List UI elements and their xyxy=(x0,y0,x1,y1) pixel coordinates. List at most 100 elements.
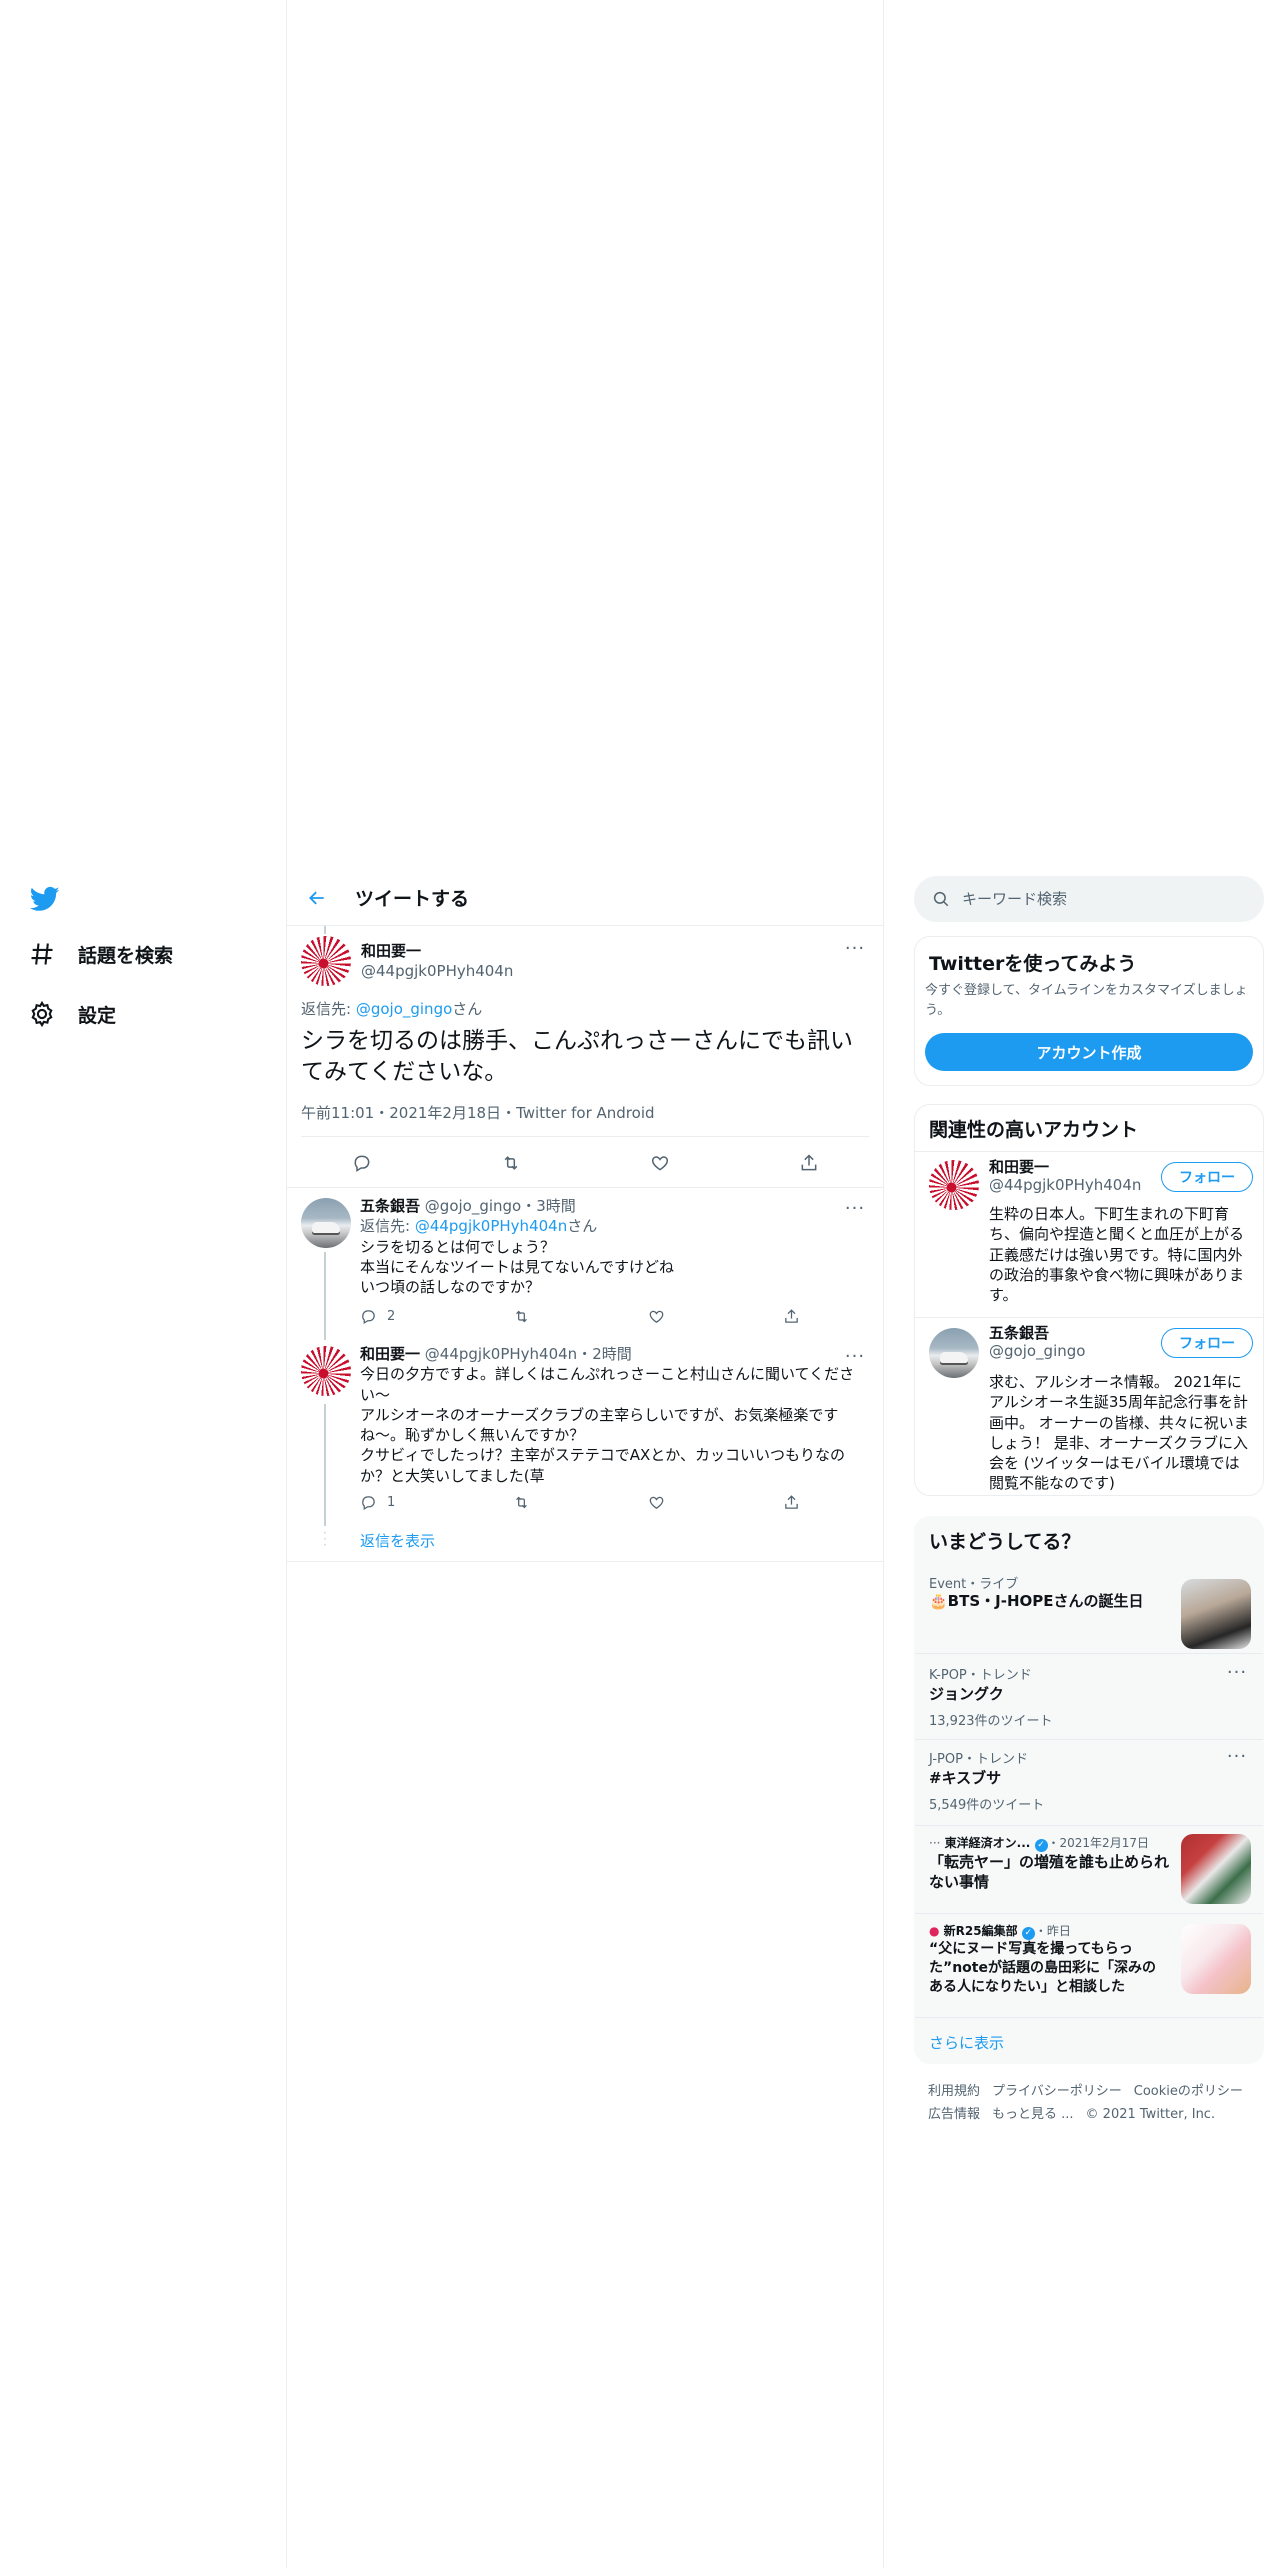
trend-thumbnail xyxy=(1181,1924,1251,1994)
author-handle[interactable]: @gojo_gingo xyxy=(425,1197,521,1215)
nav-item-explore[interactable]: 話題を検索 xyxy=(28,940,173,968)
trend-item[interactable]: ··· 東洋経済オン... ✓ ・2021年2月17日 「転売ヤー」の増殖を誰も止… xyxy=(915,1825,1263,1913)
search-input[interactable] xyxy=(962,890,1242,908)
nav-item-label: 話題を検索 xyxy=(78,944,174,967)
verified-icon: ✓ xyxy=(1034,1839,1048,1852)
reply-button[interactable]: 1 xyxy=(360,1494,395,1511)
tweet-time[interactable]: 2時間 xyxy=(592,1345,632,1363)
share-icon xyxy=(801,1154,816,1171)
follow-button[interactable]: フォロー xyxy=(1161,1328,1253,1358)
author-name[interactable]: 和田要一 xyxy=(361,940,421,961)
more-icon[interactable]: ··· xyxy=(843,1346,867,1367)
twitter-bird-icon[interactable] xyxy=(28,884,62,914)
nav-item-settings[interactable]: 設定 xyxy=(28,1000,116,1028)
show-more-link[interactable]: さらに表示 xyxy=(929,2032,1004,2053)
avatar[interactable] xyxy=(301,1198,351,1248)
author-handle[interactable]: @44pgjk0PHyh404n xyxy=(425,1345,577,1363)
trend-title: ジョングク xyxy=(929,1685,1004,1703)
account-name[interactable]: 五条銀吾 xyxy=(989,1322,1049,1343)
trends-card: いまどうしてる？ Event・ライブ 🎂BTS・J-HOPEさんの誕生日 K-P… xyxy=(914,1516,1264,2064)
avatar[interactable] xyxy=(929,1328,979,1378)
share-button[interactable] xyxy=(783,1494,800,1511)
tweet-text-line: 本当にそんなツイートは見てないんですけどね xyxy=(360,1257,674,1276)
account-item[interactable]: 和田要一 @44pgjk0PHyh404n フォロー 生粋の日本人。下町生まれの… xyxy=(915,1151,1263,1317)
signup-title: Twitterを使ってみよう xyxy=(929,953,1137,975)
follow-button[interactable]: フォロー xyxy=(1161,1162,1253,1192)
heart-icon xyxy=(651,1156,668,1171)
retweet-button[interactable] xyxy=(501,1153,521,1173)
avatar[interactable] xyxy=(929,1160,979,1210)
more-icon[interactable]: ··· xyxy=(1225,1746,1249,1767)
relevant-title: 関連性の高いアカウント xyxy=(929,1119,1139,1141)
tweet-source[interactable]: Twitter for Android xyxy=(516,1104,654,1122)
tweet-meta: 午前11:01・2021年2月18日・Twitter for Android xyxy=(301,1102,655,1123)
author-name[interactable]: 五条銀吾 xyxy=(360,1197,420,1215)
trend-item[interactable]: ● 新R25編集部 ✓ ・昨日 “父にヌード写真を撮ってもらった”noteが話題の… xyxy=(915,1913,1263,2017)
reply-to-line: 返信先: @gojo_gingoさん xyxy=(301,998,482,1019)
signup-card: Twitterを使ってみよう 今すぐ登録して、タイムラインをカスタマイズしましょ… xyxy=(914,936,1264,1086)
reply-to-prefix: 返信先: xyxy=(360,1217,415,1236)
footer-link-terms[interactable]: 利用規約 xyxy=(928,2084,980,2099)
retweet-button[interactable] xyxy=(513,1494,530,1511)
retweet-button[interactable] xyxy=(513,1308,530,1325)
more-icon[interactable]: ··· xyxy=(1225,1662,1249,1683)
trend-title: 🎂BTS・J-HOPEさんの誕生日 xyxy=(929,1592,1144,1610)
author-handle[interactable]: @44pgjk0PHyh404n xyxy=(361,962,513,980)
reply-to-line: 返信先: @44pgjk0PHyh404nさん xyxy=(360,1216,869,1236)
account-item[interactable]: 五条銀吾 @gojo_gingo フォロー 求む、アルシオーネ情報。 2021年… xyxy=(915,1317,1263,1495)
avatar[interactable] xyxy=(301,1346,351,1396)
reply-button[interactable] xyxy=(352,1153,372,1173)
like-button[interactable] xyxy=(648,1308,665,1325)
tweet-date[interactable]: 2021年2月18日 xyxy=(389,1104,501,1122)
share-button[interactable] xyxy=(783,1308,800,1325)
trend-thumbnail xyxy=(1181,1579,1251,1649)
back-button[interactable] xyxy=(299,880,335,916)
account-handle[interactable]: @gojo_gingo xyxy=(989,1342,1085,1360)
trends-title: いまどうしてる？ xyxy=(929,1531,1081,1553)
reply-to-link[interactable]: @44pgjk0PHyh404n xyxy=(415,1217,567,1235)
more-icon[interactable]: ··· xyxy=(843,938,867,959)
footer-link-privacy[interactable]: プライバシーポリシー xyxy=(992,2084,1122,2099)
trend-item[interactable]: K-POP・トレンド ジョングク 13,923件のツイート ··· xyxy=(915,1653,1263,1739)
reply-tweet[interactable]: 和田要一 @44pgjk0PHyh404n・2時間 今日の夕方ですよ。詳しくはこ… xyxy=(287,1340,883,1562)
trend-source-name: 新R25編集部 xyxy=(943,1924,1018,1938)
trend-meta: Event・ライブ xyxy=(929,1577,1019,1592)
trend-meta: K-POP・トレンド xyxy=(929,1668,1032,1683)
gear-icon xyxy=(31,1000,53,1028)
show-replies-link[interactable]: 返信を表示 xyxy=(360,1530,435,1551)
show-more-row[interactable]: さらに表示 xyxy=(915,2017,1263,2063)
account-bio: 生粋の日本人。下町生まれの下町育ち、偏向や捏造と聞くと血圧が上がる正義感だけは強… xyxy=(989,1205,1245,1304)
search-icon xyxy=(933,891,949,907)
thread-dots: · · · xyxy=(323,1526,327,1552)
create-account-button[interactable]: アカウント作成 xyxy=(925,1033,1253,1071)
trend-item[interactable]: Event・ライブ 🎂BTS・J-HOPEさんの誕生日 xyxy=(915,1565,1263,1653)
nav-item-label: 設定 xyxy=(78,1004,117,1027)
footer-link-cookies[interactable]: Cookieのポリシー xyxy=(1134,2084,1243,2099)
tweet-text-line: アルシオーネのオーナーズクラブの主宰らしいですが、お気楽極楽ですね〜。恥ずかしく… xyxy=(360,1405,839,1444)
center-column: ツイートする 和田要一 @44pgjk0PHyh404n ··· 返信先: @g… xyxy=(286,0,884,2568)
account-handle[interactable]: @44pgjk0PHyh404n xyxy=(989,1176,1141,1194)
trend-thumbnail xyxy=(1181,1834,1251,1904)
trend-item[interactable]: J-POP・トレンド #キスブサ 5,549件のツイート ··· xyxy=(915,1739,1263,1825)
reply-tweet[interactable]: 五条銀吾 @gojo_gingo・3時間 返信先: @44pgjk0PHyh40… xyxy=(287,1188,883,1340)
share-button[interactable] xyxy=(799,1153,819,1173)
reply-to-link[interactable]: @gojo_gingo xyxy=(356,1000,452,1018)
reply-icon xyxy=(362,1309,375,1324)
like-button[interactable] xyxy=(650,1153,670,1173)
more-icon[interactable]: ··· xyxy=(843,1198,867,1219)
tweet-time[interactable]: 午前11:01 xyxy=(301,1104,374,1122)
tweet-actions: 1 xyxy=(360,1492,800,1512)
author-name[interactable]: 和田要一 xyxy=(360,1345,420,1363)
avatar[interactable] xyxy=(301,936,351,986)
account-name[interactable]: 和田要一 xyxy=(989,1156,1049,1177)
reply-button[interactable]: 2 xyxy=(360,1308,395,1325)
trend-count: 13,923件のツイート xyxy=(929,1714,1053,1729)
thread-line xyxy=(324,1404,326,1526)
tweet-text-line: 今日の夕方ですよ。詳しくはこんぷれっさーこと村山さんに聞いてください〜 xyxy=(360,1365,855,1404)
like-button[interactable] xyxy=(648,1494,665,1511)
footer-link-ads[interactable]: 広告情報 xyxy=(928,2107,980,2122)
signup-description: 今すぐ登録して、タイムラインをカスタマイズしましょう。 xyxy=(925,983,1248,1018)
footer-link-more[interactable]: もっと見る ... xyxy=(992,2107,1074,2122)
tweet-time[interactable]: 3時間 xyxy=(536,1197,576,1215)
search-box[interactable] xyxy=(914,876,1264,922)
